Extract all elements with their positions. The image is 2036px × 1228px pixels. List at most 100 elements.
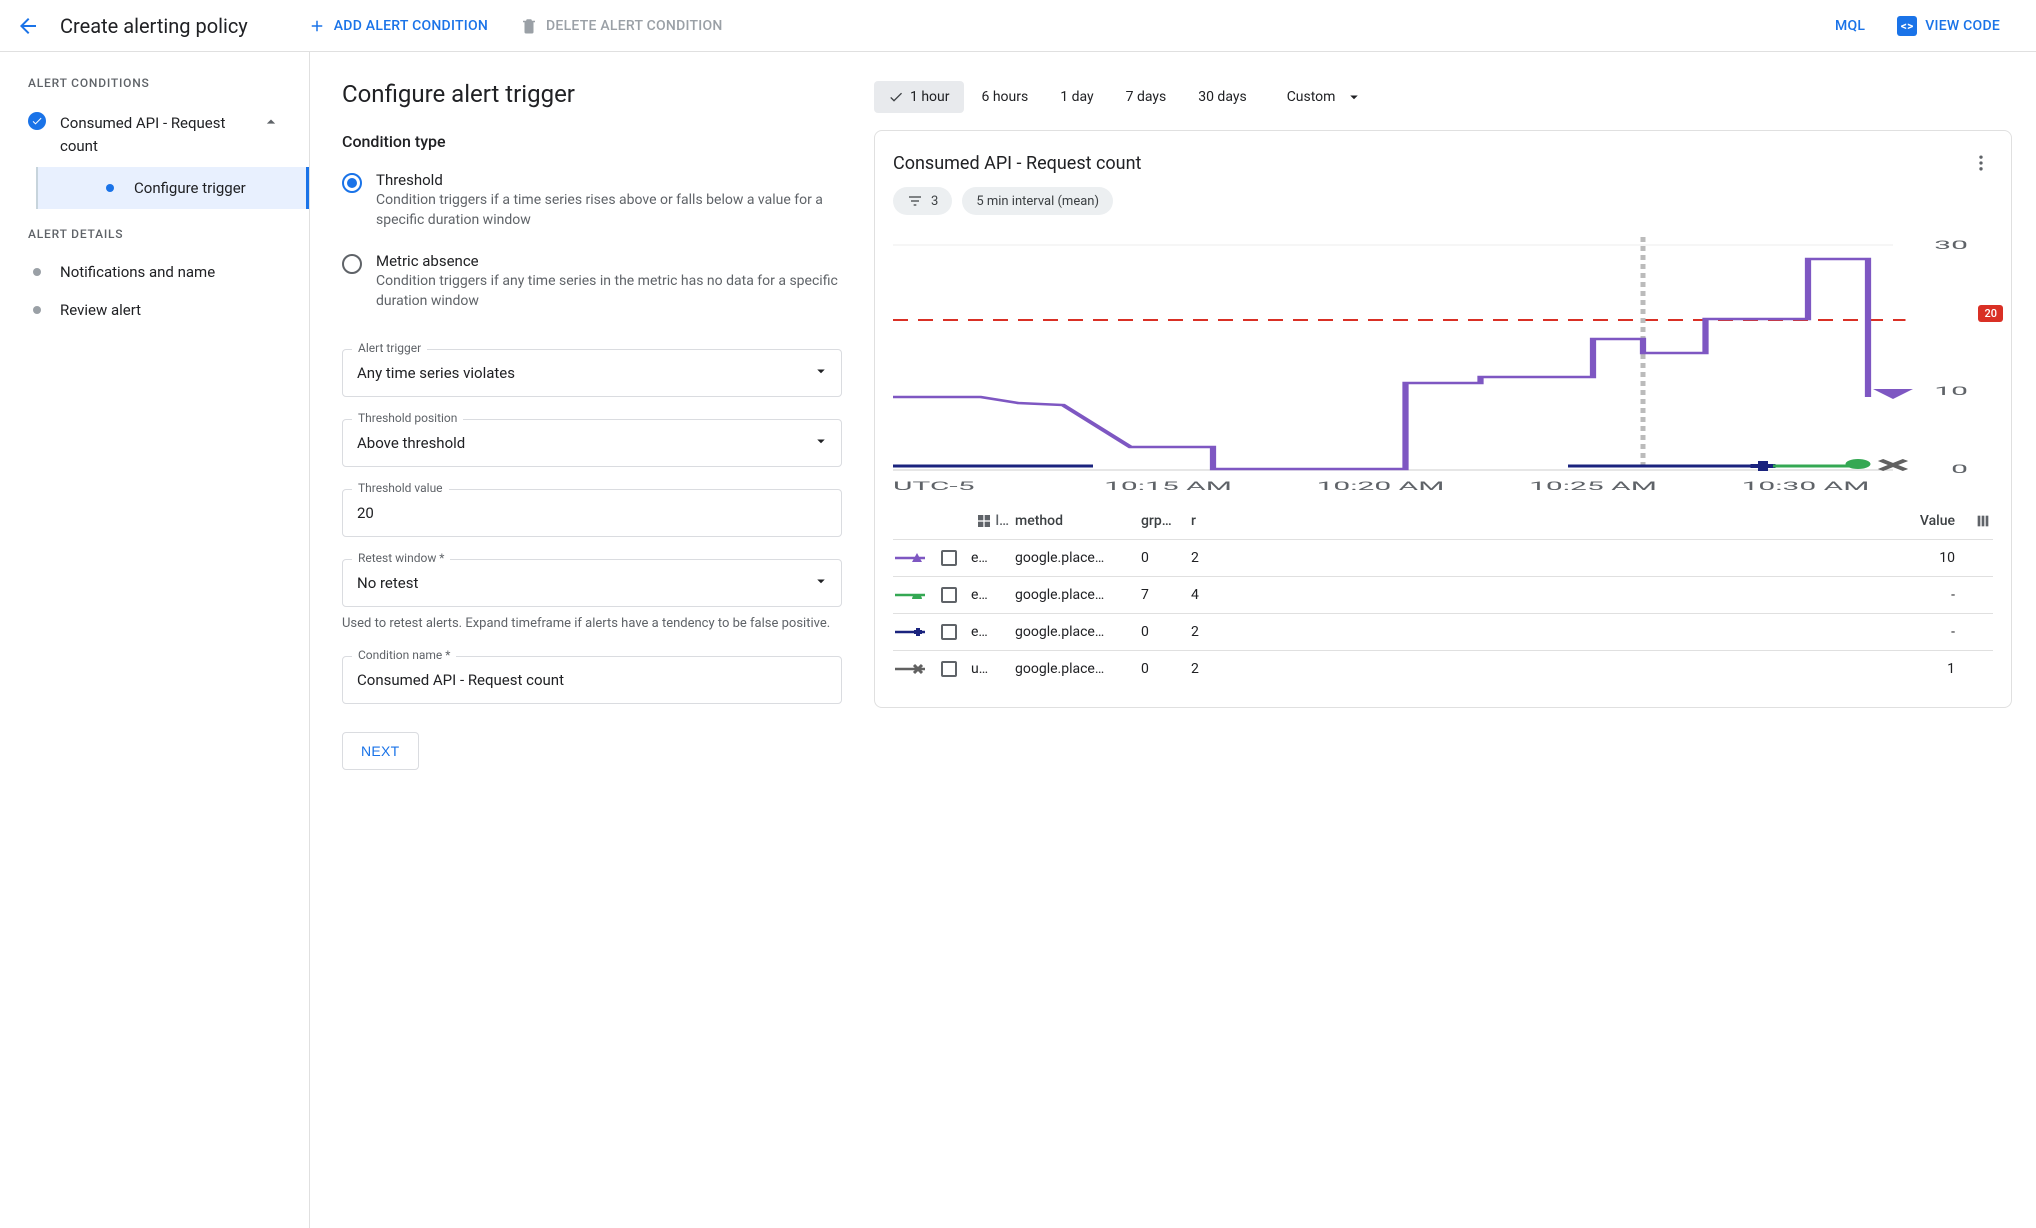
cell: google.place…	[1015, 661, 1135, 677]
table-row[interactable]: e…google.place…74-	[893, 576, 1993, 613]
alert-trigger-select[interactable]: Alert trigger Any time series violates	[342, 349, 842, 397]
interval-chip[interactable]: 5 min interval (mean)	[962, 187, 1113, 215]
mql-button[interactable]: MQL	[1823, 10, 1877, 42]
check-icon	[888, 89, 904, 105]
col-grp[interactable]: grp…	[1141, 513, 1185, 529]
threshold-position-select[interactable]: Threshold position Above threshold	[342, 419, 842, 467]
columns-icon[interactable]	[1961, 513, 1991, 529]
more-vert-icon	[1971, 153, 1991, 173]
field-value: No retest	[357, 574, 418, 592]
add-alert-condition-label: ADD ALERT CONDITION	[334, 18, 488, 34]
view-code-label: VIEW CODE	[1925, 18, 2000, 34]
chevron-up-icon[interactable]	[261, 112, 281, 136]
cell: 2	[1191, 661, 1221, 677]
sidebar-item-label: Consumed API - Request count	[60, 112, 247, 157]
time-tab-label: 30 days	[1198, 89, 1246, 105]
sidebar: ALERT CONDITIONS Consumed API - Request …	[0, 52, 310, 1228]
col-r[interactable]: r	[1191, 513, 1221, 529]
time-tab-label: 6 hours	[982, 89, 1029, 105]
time-tab-1h[interactable]: 1 hour	[874, 81, 964, 113]
option-title: Metric absence	[376, 252, 842, 270]
cell-value: 10	[1227, 550, 1955, 566]
series-purple	[893, 259, 1868, 469]
dropdown-icon	[812, 572, 830, 594]
field-value: Any time series violates	[357, 364, 515, 382]
x-tick: 10:20 AM	[1317, 479, 1445, 493]
view-code-button[interactable]: <> VIEW CODE	[1885, 8, 2012, 44]
time-tab-custom[interactable]: Custom	[1273, 80, 1378, 114]
threshold-badge: 20	[1978, 305, 2003, 322]
cell: 2	[1191, 550, 1221, 566]
time-tab-6h[interactable]: 6 hours	[968, 81, 1043, 113]
cell: 7	[1141, 587, 1185, 603]
row-checkbox[interactable]	[941, 624, 957, 640]
cell-value: 1	[1227, 661, 1955, 677]
cell: e…	[971, 550, 1009, 566]
step-dot-icon	[33, 306, 41, 314]
dropdown-icon	[812, 362, 830, 384]
series-marker-icon	[895, 625, 925, 639]
next-button[interactable]: NEXT	[342, 732, 419, 770]
sidebar-item-condition[interactable]: Consumed API - Request count	[0, 102, 309, 167]
sidebar-sub-configure-trigger[interactable]: Configure trigger	[38, 167, 309, 209]
cell: google.place…	[1015, 587, 1135, 603]
active-dot-icon	[106, 184, 114, 192]
check-circle-icon	[28, 112, 46, 130]
form-title: Configure alert trigger	[342, 80, 842, 108]
back-button[interactable]	[8, 6, 48, 46]
table-header: l… method grp… r Value	[893, 503, 1993, 539]
series-marker-icon	[895, 551, 925, 565]
col-method[interactable]: method	[1015, 513, 1135, 529]
filter-count-chip[interactable]: 3	[893, 187, 952, 215]
dashboard-icon[interactable]: l…	[971, 513, 1009, 529]
filter-icon	[907, 193, 923, 209]
plus-icon	[308, 17, 326, 35]
series-marker-icon	[895, 662, 925, 676]
cell: 0	[1141, 661, 1185, 677]
card-more-button[interactable]	[1969, 151, 1993, 175]
table-row[interactable]: e…google.place…02-	[893, 613, 1993, 650]
table-row[interactable]: u… google.place… 021	[893, 650, 1993, 687]
time-tab-1d[interactable]: 1 day	[1046, 81, 1107, 113]
radio-option-threshold[interactable]: Threshold Condition triggers if a time s…	[342, 165, 842, 246]
time-tab-label: 1 day	[1060, 89, 1093, 105]
dropdown-icon	[1345, 88, 1363, 106]
sidebar-item-review[interactable]: Review alert	[0, 291, 309, 329]
cell: google.place…	[1015, 624, 1135, 640]
interval-chip-label: 5 min interval (mean)	[976, 194, 1099, 209]
series-grey	[1881, 460, 1906, 470]
table-row[interactable]: e…google.place…0210	[893, 539, 1993, 576]
field-value: 20	[357, 504, 374, 522]
time-tab-7d[interactable]: 7 days	[1112, 81, 1181, 113]
radio-icon	[342, 173, 362, 193]
delete-alert-condition-button[interactable]: DELETE ALERT CONDITION	[508, 9, 735, 43]
field-label: Threshold value	[352, 481, 449, 495]
x-tick: 10:30 AM	[1742, 479, 1870, 493]
field-value: Consumed API - Request count	[357, 671, 564, 689]
sidebar-item-notifications[interactable]: Notifications and name	[0, 253, 309, 291]
preview-card: Consumed API - Request count 3 5 min int…	[874, 130, 2012, 708]
add-alert-condition-button[interactable]: ADD ALERT CONDITION	[296, 9, 500, 43]
delete-alert-condition-label: DELETE ALERT CONDITION	[546, 18, 723, 34]
radio-option-metric-absence[interactable]: Metric absence Condition triggers if any…	[342, 246, 842, 327]
cell: u…	[971, 661, 1009, 677]
cell: 0	[1141, 624, 1185, 640]
col-value[interactable]: Value	[1227, 513, 1955, 529]
retest-window-select[interactable]: Retest window * No retest	[342, 559, 842, 607]
metric-chart[interactable]: 30 10 0	[893, 225, 1993, 495]
code-icon: <>	[1897, 16, 1917, 36]
time-range-tabs: 1 hour 6 hours 1 day 7 days 30 days Cust…	[874, 80, 2012, 114]
row-checkbox[interactable]	[941, 587, 957, 603]
field-label: Retest window *	[352, 551, 450, 565]
x-tick: 10:15 AM	[1104, 479, 1232, 493]
top-toolbar: Create alerting policy ADD ALERT CONDITI…	[0, 0, 2036, 52]
option-description: Condition triggers if a time series rise…	[376, 191, 842, 230]
cell-value: -	[1227, 624, 1955, 640]
condition-name-input[interactable]: Condition name * Consumed API - Request …	[342, 656, 842, 704]
row-checkbox[interactable]	[941, 661, 957, 677]
cell: 2	[1191, 624, 1221, 640]
time-tab-30d[interactable]: 30 days	[1184, 81, 1260, 113]
threshold-value-input[interactable]: Threshold value 20	[342, 489, 842, 537]
row-checkbox[interactable]	[941, 550, 957, 566]
cell: google.place…	[1015, 550, 1135, 566]
